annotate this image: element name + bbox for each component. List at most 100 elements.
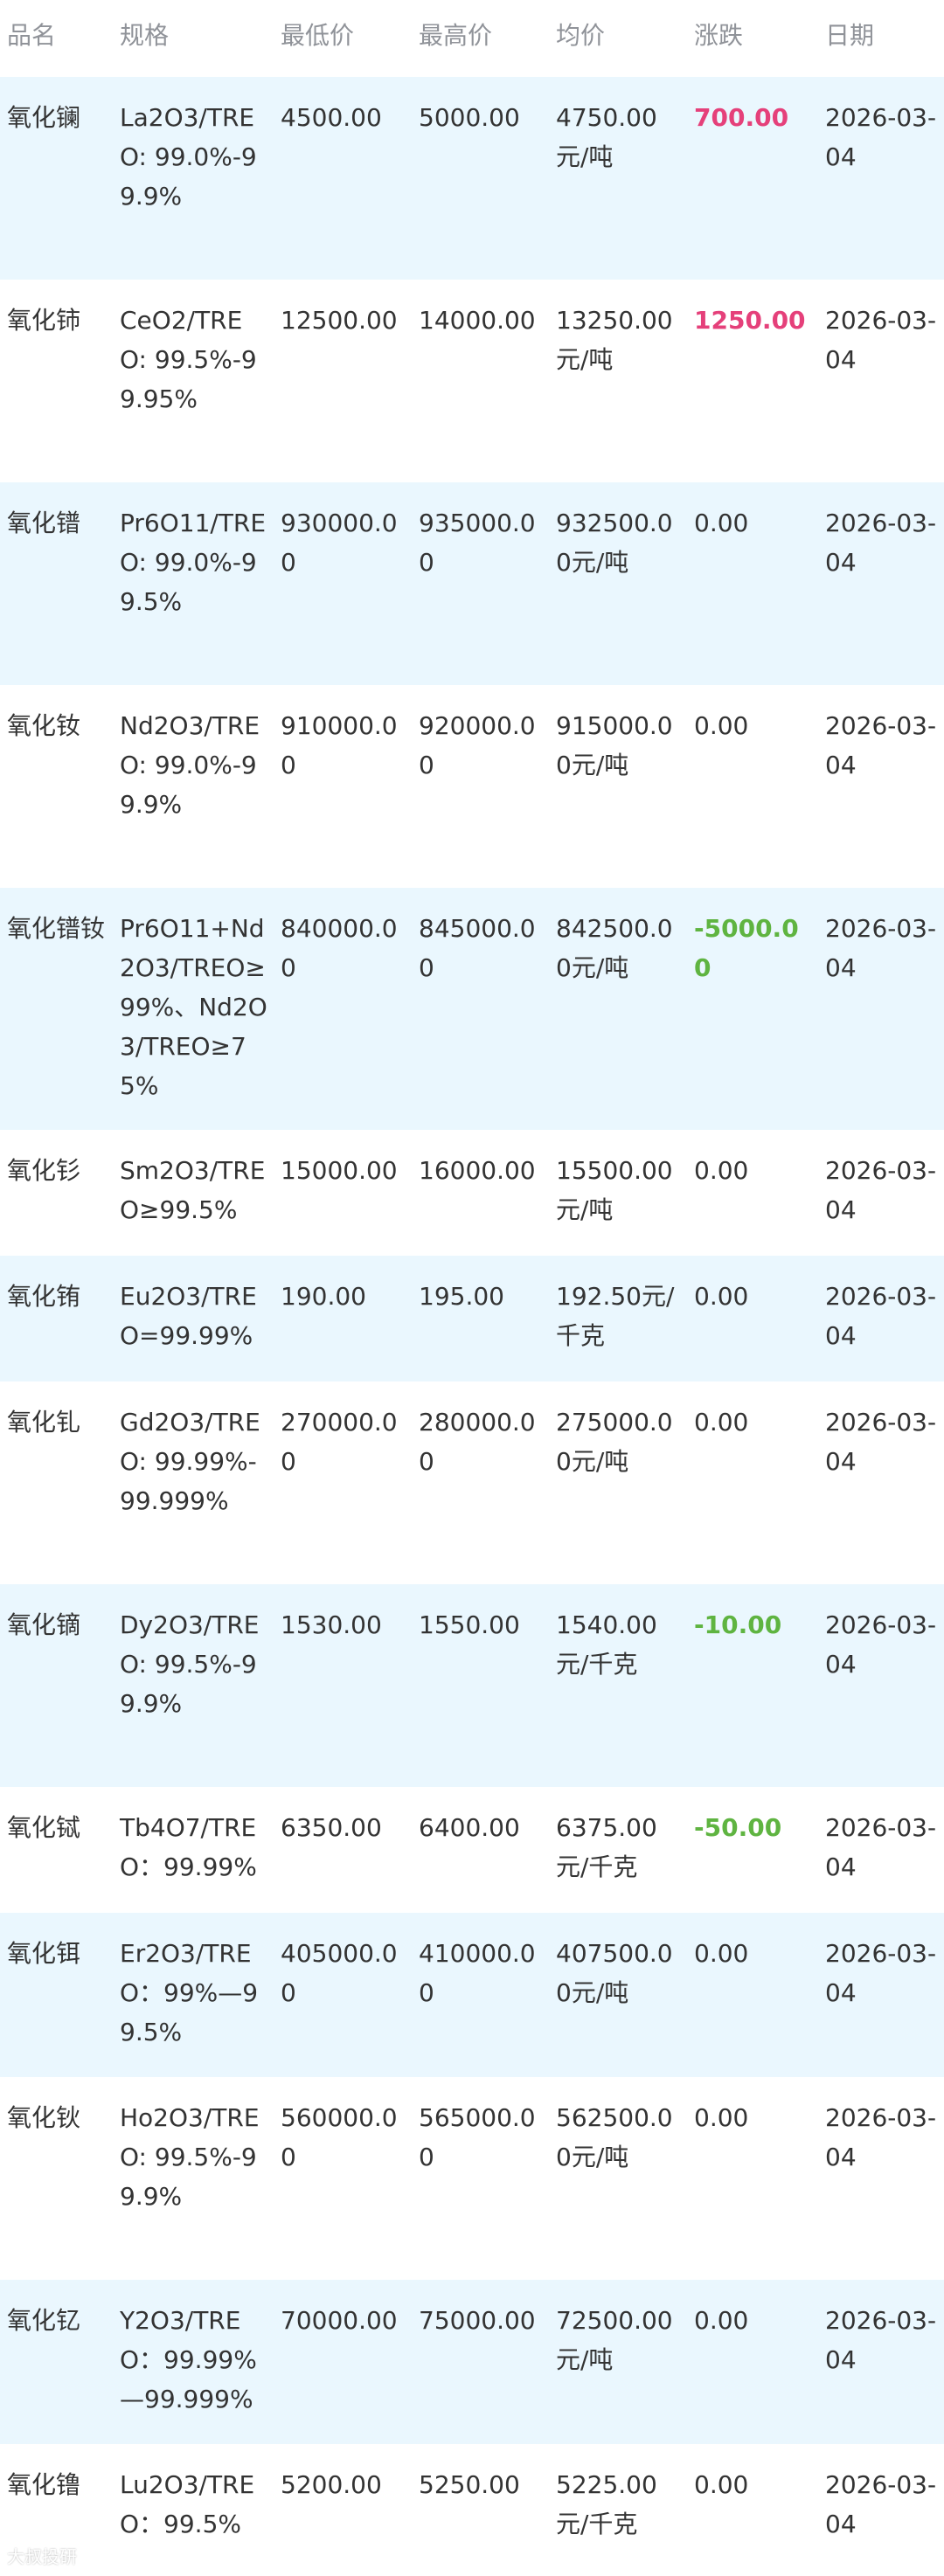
price-high: 6400.00 xyxy=(419,1813,520,1842)
price-low: 930000.00 xyxy=(281,509,398,577)
table-row[interactable]: 氧化钬 Ho2O3/TREO: 99.5%-99.9% 560000.00 56500… xyxy=(0,2077,944,2280)
price-change: 0.00 xyxy=(694,1156,749,1185)
table-row[interactable]: 氧化镨钕 Pr6O11+Nd2O3/TREO≥99%、Nd2O3/TREO≥75%… xyxy=(0,888,944,1130)
price-change: -50.00 xyxy=(694,1813,782,1842)
price-change: 0.00 xyxy=(694,2470,749,2499)
price-change: 0.00 xyxy=(694,1408,749,1437)
price-avg: 4750.00元/吨 xyxy=(556,103,657,171)
price-high: 1550.00 xyxy=(419,1610,520,1639)
price-low: 270000.00 xyxy=(281,1408,398,1476)
price-avg: 15500.00元/吨 xyxy=(556,1156,673,1224)
table-row[interactable]: 氧化铕 Eu2O3/TREO=99.99% 190.00 195.00 192.50元/… xyxy=(0,1256,944,1381)
price-avg: 6375.00元/千克 xyxy=(556,1813,657,1881)
price-change: -10.00 xyxy=(694,1610,782,1639)
table-row[interactable]: 氧化钆 Gd2O3/TREO: 99.99%-99.999% 270000.00 28… xyxy=(0,1381,944,1584)
table-row[interactable]: 氧化钐 Sm2O3/TREO≥99.5% 15000.00 16000.00 15500… xyxy=(0,1130,944,1256)
price-date: 2026-03-04 xyxy=(825,306,937,374)
price-change: 1250.00 xyxy=(694,306,806,335)
price-low: 910000.00 xyxy=(281,711,398,779)
price-change: 0.00 xyxy=(694,711,749,740)
column-header-date[interactable]: 日期 xyxy=(818,16,944,77)
price-avg: 192.50元/千克 xyxy=(556,1282,675,1350)
price-low: 6350.00 xyxy=(281,1813,382,1842)
price-avg: 13250.00元/吨 xyxy=(556,306,673,374)
table-row[interactable]: 氧化镥 Lu2O3/TREO：99.5% 5200.00 5250.00 5225.00… xyxy=(0,2444,944,2570)
table-row[interactable]: 氧化铈 CeO2/TREO: 99.5%-99.95% 12500.00 14000.… xyxy=(0,280,944,482)
price-date: 2026-03-04 xyxy=(825,1156,937,1224)
table-row[interactable]: 氧化钇 Y2O3/TREO：99.99%—99.999% 70000.00 75000… xyxy=(0,2280,944,2444)
product-spec: CeO2/TREO: 99.5%-99.95% xyxy=(120,306,257,413)
price-high: 845000.00 xyxy=(419,914,536,982)
price-low: 1530.00 xyxy=(281,1610,382,1639)
product-spec: Lu2O3/TREO：99.5% xyxy=(120,2470,255,2538)
table-header: 品名 规格 最低价 最高价 均价 涨跌 日期 xyxy=(0,0,944,77)
price-high: 280000.00 xyxy=(419,1408,536,1476)
product-name: 氧化钆 xyxy=(7,1408,81,1437)
column-header-high[interactable]: 最高价 xyxy=(412,16,549,77)
price-low: 560000.00 xyxy=(281,2103,398,2171)
watermark: 大叔投研 xyxy=(7,2546,77,2567)
price-high: 935000.00 xyxy=(419,509,536,577)
price-low: 70000.00 xyxy=(281,2306,398,2335)
product-spec: Dy2O3/TREO: 99.5%-99.9% xyxy=(120,1610,260,1718)
price-low: 4500.00 xyxy=(281,103,382,132)
price-change: 0.00 xyxy=(694,2103,749,2132)
product-name: 氧化钐 xyxy=(7,1156,81,1185)
product-spec: Nd2O3/TREO: 99.0%-99.9% xyxy=(120,711,260,819)
price-high: 195.00 xyxy=(419,1282,504,1311)
price-date: 2026-03-04 xyxy=(825,2470,937,2538)
price-change: 0.00 xyxy=(694,1282,749,1311)
table-row[interactable]: 氧化镧 La2O3/TREO: 99.0%-99.9% 4500.00 5000.00… xyxy=(0,77,944,280)
price-table: 品名 规格 最低价 最高价 均价 涨跌 日期 氧化镧 La2O3/TREO: 99… xyxy=(0,0,944,2570)
price-date: 2026-03-04 xyxy=(825,2103,937,2171)
product-name: 氧化钕 xyxy=(7,711,81,740)
price-avg: 932500.00元/吨 xyxy=(556,509,673,577)
column-header-name[interactable]: 品名 xyxy=(0,16,113,77)
product-name: 氧化铽 xyxy=(7,1813,81,1842)
price-date: 2026-03-04 xyxy=(825,914,937,982)
product-name: 氧化镝 xyxy=(7,1610,81,1639)
product-spec: Y2O3/TREO：99.99%—99.999% xyxy=(120,2306,257,2413)
table-row[interactable]: 氧化铒 Er2O3/TREO：99%—99.5% 405000.00 410000.0… xyxy=(0,1913,944,2077)
price-date: 2026-03-04 xyxy=(825,509,937,577)
table-row[interactable]: 氧化镨 Pr6O11/TREO: 99.0%-99.5% 930000.00 9350… xyxy=(0,482,944,685)
price-avg: 275000.00元/吨 xyxy=(556,1408,673,1476)
price-date: 2026-03-04 xyxy=(825,1939,937,2007)
table-row[interactable]: 氧化铽 Tb4O7/TREO：99.99% 6350.00 6400.00 6375.0… xyxy=(0,1787,944,1913)
price-high: 565000.00 xyxy=(419,2103,536,2171)
price-high: 920000.00 xyxy=(419,711,536,779)
price-high: 14000.00 xyxy=(419,306,536,335)
product-name: 氧化钬 xyxy=(7,2103,81,2132)
product-spec: Pr6O11/TREO: 99.0%-99.5% xyxy=(120,509,267,616)
column-header-avg[interactable]: 均价 xyxy=(549,16,687,77)
product-spec: Ho2O3/TREO: 99.5%-99.9% xyxy=(120,2103,260,2211)
product-name: 氧化铕 xyxy=(7,1282,81,1311)
price-high: 5250.00 xyxy=(419,2470,520,2499)
price-date: 2026-03-04 xyxy=(825,103,937,171)
price-avg: 407500.00元/吨 xyxy=(556,1939,673,2007)
table-row[interactable]: 氧化镝 Dy2O3/TREO: 99.5%-99.9% 1530.00 1550.00… xyxy=(0,1584,944,1787)
price-change: -5000.00 xyxy=(694,914,799,982)
product-name: 氧化钇 xyxy=(7,2306,81,2335)
product-name: 氧化镨 xyxy=(7,509,81,537)
price-high: 5000.00 xyxy=(419,103,520,132)
column-header-change[interactable]: 涨跌 xyxy=(687,16,818,77)
column-header-spec[interactable]: 规格 xyxy=(113,16,274,77)
price-date: 2026-03-04 xyxy=(825,1610,937,1679)
price-change: 0.00 xyxy=(694,2306,749,2335)
price-low: 840000.00 xyxy=(281,914,398,982)
table-row[interactable]: 氧化钕 Nd2O3/TREO: 99.0%-99.9% 910000.00 92000… xyxy=(0,685,944,888)
column-header-low[interactable]: 最低价 xyxy=(274,16,412,77)
price-avg: 1540.00元/千克 xyxy=(556,1610,657,1679)
price-avg: 72500.00元/吨 xyxy=(556,2306,673,2374)
product-spec: Eu2O3/TREO=99.99% xyxy=(120,1282,257,1350)
product-spec: Er2O3/TREO：99%—99.5% xyxy=(120,1939,259,2046)
product-name: 氧化镨钕 xyxy=(7,914,106,943)
product-spec: La2O3/TREO: 99.0%-99.9% xyxy=(120,103,257,211)
price-low: 190.00 xyxy=(281,1282,366,1311)
price-low: 405000.00 xyxy=(281,1939,398,2007)
price-change: 0.00 xyxy=(694,509,749,537)
price-high: 75000.00 xyxy=(419,2306,536,2335)
price-date: 2026-03-04 xyxy=(825,1282,937,1350)
price-low: 5200.00 xyxy=(281,2470,382,2499)
